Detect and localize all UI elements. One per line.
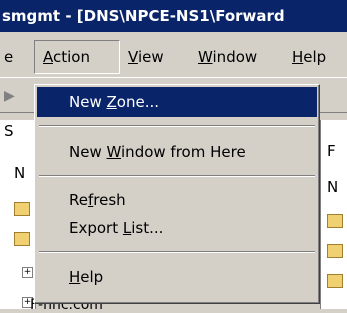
- expand-icon[interactable]: +: [22, 267, 33, 278]
- right-pane-header: F: [327, 142, 336, 160]
- zone-record-icon: [327, 214, 343, 228]
- left-pane-header: S: [4, 122, 14, 140]
- menu-window[interactable]: Window: [198, 40, 257, 74]
- console-tree-pane: S N + +: [0, 120, 36, 309]
- dns-server-icon: [14, 202, 30, 216]
- zone-record-icon: [327, 244, 343, 258]
- menu-separator: [39, 125, 315, 127]
- menu-help[interactable]: Help: [292, 40, 326, 74]
- menu-file[interactable]: e: [4, 40, 13, 74]
- menu-item-refresh[interactable]: Refresh: [37, 185, 317, 215]
- folder-icon: [14, 232, 30, 246]
- action-menu-dropdown: New Zone... New Window from Here Refresh…: [34, 84, 320, 304]
- menu-item-new-window[interactable]: New Window from Here: [37, 137, 317, 167]
- details-pane: F N: [320, 120, 347, 309]
- menu-action[interactable]: Action: [34, 40, 120, 74]
- menu-item-new-zone[interactable]: New Zone...: [37, 87, 317, 117]
- menu-view[interactable]: View: [128, 40, 164, 74]
- menu-bar: e Action View Window Help: [0, 40, 347, 74]
- menu-item-help[interactable]: Help: [37, 262, 317, 292]
- menu-separator: [39, 251, 315, 253]
- back-arrow-icon[interactable]: ▶: [4, 88, 15, 104]
- window-title: smgmt - [DNS\NPCE-NS1\Forward: [2, 7, 285, 25]
- window-title-bar: smgmt - [DNS\NPCE-NS1\Forward: [0, 0, 347, 32]
- zone-record-icon: [327, 274, 343, 288]
- left-pane-item[interactable]: N: [14, 164, 25, 182]
- menu-item-export-list[interactable]: Export List...: [37, 213, 317, 243]
- menu-separator: [39, 175, 315, 177]
- column-header[interactable]: N: [327, 178, 338, 196]
